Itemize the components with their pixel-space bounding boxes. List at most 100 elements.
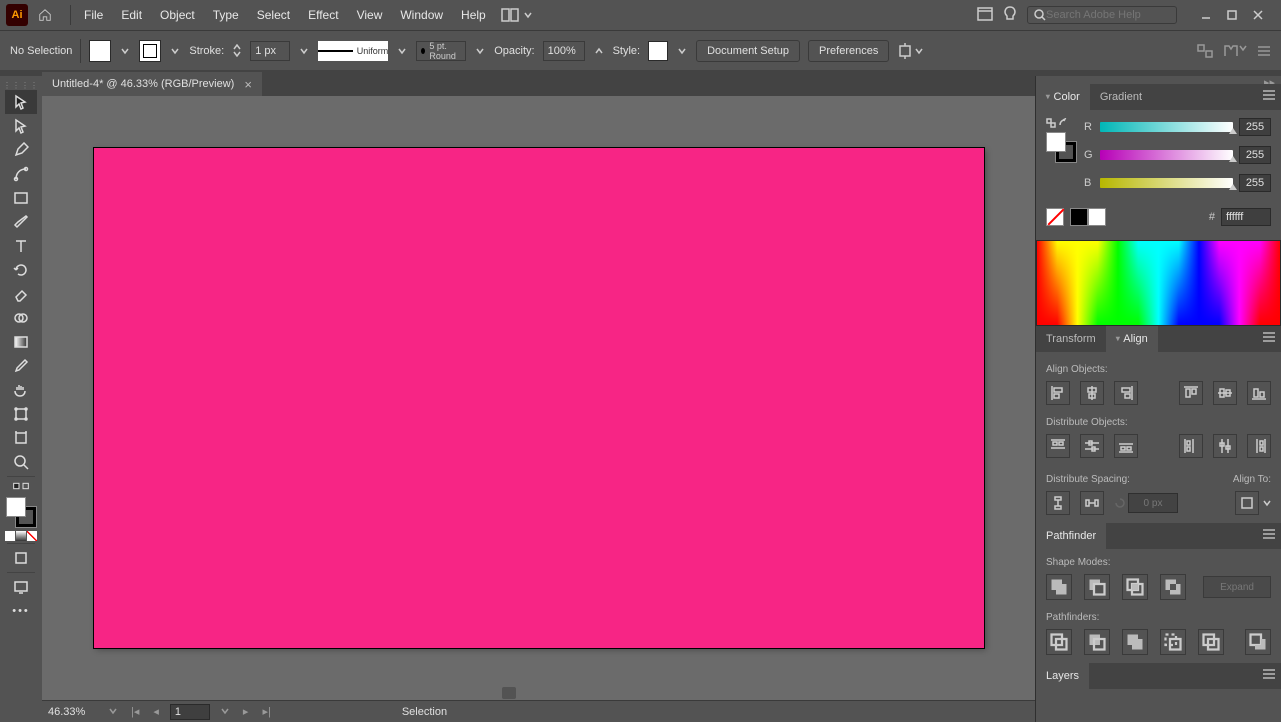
merge-icon[interactable] [1122, 629, 1148, 655]
workspace-switcher[interactable] [501, 8, 533, 22]
window-minimize-icon[interactable] [1195, 6, 1217, 24]
zoom-dropdown[interactable] [106, 706, 120, 718]
layers-tab[interactable]: Layers [1036, 663, 1089, 689]
pathfinder-tab[interactable]: Pathfinder [1036, 523, 1106, 549]
menu-object[interactable]: Object [151, 0, 204, 30]
close-tab-icon[interactable]: × [244, 77, 252, 92]
unite-icon[interactable] [1046, 574, 1072, 600]
menu-select[interactable]: Select [248, 0, 299, 30]
align-top-icon[interactable] [1179, 381, 1203, 405]
panel-menu-icon[interactable] [1257, 45, 1271, 57]
document-setup-button[interactable]: Document Setup [696, 40, 800, 62]
transform-panel-icon[interactable] [1197, 44, 1213, 58]
style-dropdown[interactable] [676, 40, 688, 62]
pathfinder-menu-icon[interactable] [1263, 529, 1275, 542]
distribute-top-icon[interactable] [1046, 434, 1070, 458]
crop-icon[interactable] [1160, 629, 1186, 655]
gradient-tab[interactable]: Gradient [1090, 84, 1152, 110]
fill-dropdown[interactable] [119, 40, 131, 62]
minus-back-icon[interactable] [1245, 629, 1271, 655]
none-color-icon[interactable] [1046, 208, 1064, 226]
brush-definition[interactable]: 5 pt. Round [416, 41, 466, 61]
black-white-swatch[interactable] [1070, 208, 1106, 226]
isolate-icon[interactable] [1223, 44, 1247, 58]
align-left-icon[interactable] [1046, 381, 1070, 405]
r-slider[interactable] [1100, 122, 1233, 132]
window-maximize-icon[interactable] [1221, 6, 1243, 24]
artboard-number-input[interactable] [170, 704, 210, 720]
style-swatch[interactable] [648, 41, 668, 61]
align-hcenter-icon[interactable] [1080, 381, 1104, 405]
help-search[interactable] [1027, 6, 1177, 24]
help-search-input[interactable] [1046, 9, 1166, 21]
rectangle-tool[interactable] [5, 186, 37, 210]
artboard[interactable] [94, 148, 984, 648]
b-slider[interactable] [1100, 178, 1233, 188]
color-tab[interactable]: ▸Color [1036, 84, 1090, 110]
menu-window[interactable]: Window [391, 0, 452, 30]
transform-tab[interactable]: Transform [1036, 326, 1106, 352]
menu-file[interactable]: File [75, 0, 112, 30]
g-slider[interactable] [1100, 150, 1233, 160]
home-icon[interactable] [34, 4, 56, 26]
opacity-input[interactable] [543, 41, 585, 61]
menu-effect[interactable]: Effect [299, 0, 347, 30]
fill-color-icon[interactable] [6, 497, 26, 517]
vertical-scrollbar[interactable] [1021, 96, 1035, 686]
artboard-tool[interactable] [5, 426, 37, 450]
gpu-info-icon[interactable] [1003, 6, 1017, 25]
document-tab[interactable]: Untitled-4* @ 46.33% (RGB/Preview) × [42, 72, 262, 96]
stroke-weight-input[interactable] [250, 41, 290, 61]
zoom-tool[interactable] [5, 450, 37, 474]
panel-fill-stroke[interactable] [1046, 132, 1076, 162]
color-spectrum[interactable] [1036, 240, 1281, 326]
collapse-dock-icon[interactable]: ▸▸ [1036, 76, 1281, 84]
align-tab[interactable]: ▸Align [1106, 326, 1158, 352]
align-to-selection-icon[interactable] [1235, 491, 1259, 515]
type-tool[interactable] [5, 234, 37, 258]
divide-icon[interactable] [1046, 629, 1072, 655]
swap-fill-stroke-icon[interactable] [1046, 118, 1056, 128]
profile-dropdown[interactable] [396, 40, 408, 62]
fill-stroke-indicator[interactable] [6, 497, 36, 527]
draw-mode-icon[interactable] [5, 546, 37, 570]
g-input[interactable] [1239, 146, 1271, 164]
exclude-icon[interactable] [1160, 574, 1186, 600]
color-panel-menu-icon[interactable] [1263, 90, 1275, 103]
screen-mode-icon[interactable] [5, 575, 37, 599]
align-to-dropdown[interactable] [1263, 491, 1271, 515]
eraser-tool[interactable] [5, 282, 37, 306]
rotate-tool[interactable] [5, 258, 37, 282]
menu-help[interactable]: Help [452, 0, 495, 30]
align-to-icon[interactable] [897, 43, 923, 59]
default-fill-stroke-icon[interactable] [1058, 118, 1068, 128]
zoom-level-input[interactable] [48, 706, 98, 718]
outline-icon[interactable] [1198, 629, 1224, 655]
distribute-bottom-icon[interactable] [1114, 434, 1138, 458]
fill-stroke-swap-icon[interactable] [5, 479, 37, 493]
align-right-icon[interactable] [1114, 381, 1138, 405]
selection-tool[interactable] [5, 90, 37, 114]
stroke-stepper[interactable] [232, 44, 242, 57]
arrange-documents-icon[interactable] [977, 7, 993, 24]
distribute-hcenter-icon[interactable] [1213, 434, 1237, 458]
gradient-tool[interactable] [5, 330, 37, 354]
curvature-tool[interactable] [5, 162, 37, 186]
artboard-dropdown[interactable] [218, 706, 232, 718]
distribute-vspace-icon[interactable] [1046, 491, 1070, 515]
layers-menu-icon[interactable] [1263, 669, 1275, 682]
align-bottom-icon[interactable] [1247, 381, 1271, 405]
distribute-vcenter-icon[interactable] [1080, 434, 1104, 458]
align-vcenter-icon[interactable] [1213, 381, 1237, 405]
distribute-hspace-icon[interactable] [1080, 491, 1104, 515]
stroke-swatch[interactable] [139, 40, 161, 62]
minus-front-icon[interactable] [1084, 574, 1110, 600]
align-panel-menu-icon[interactable] [1263, 332, 1275, 345]
variable-width-profile[interactable]: Uniform [318, 41, 388, 61]
r-input[interactable] [1239, 118, 1271, 136]
preferences-button[interactable]: Preferences [808, 40, 889, 62]
toolbar-grip[interactable]: ⋮⋮⋮⋮ [6, 80, 36, 90]
next-artboard-icon[interactable]: ▸ [240, 705, 252, 718]
hex-input[interactable] [1221, 208, 1271, 226]
distribute-left-icon[interactable] [1179, 434, 1203, 458]
